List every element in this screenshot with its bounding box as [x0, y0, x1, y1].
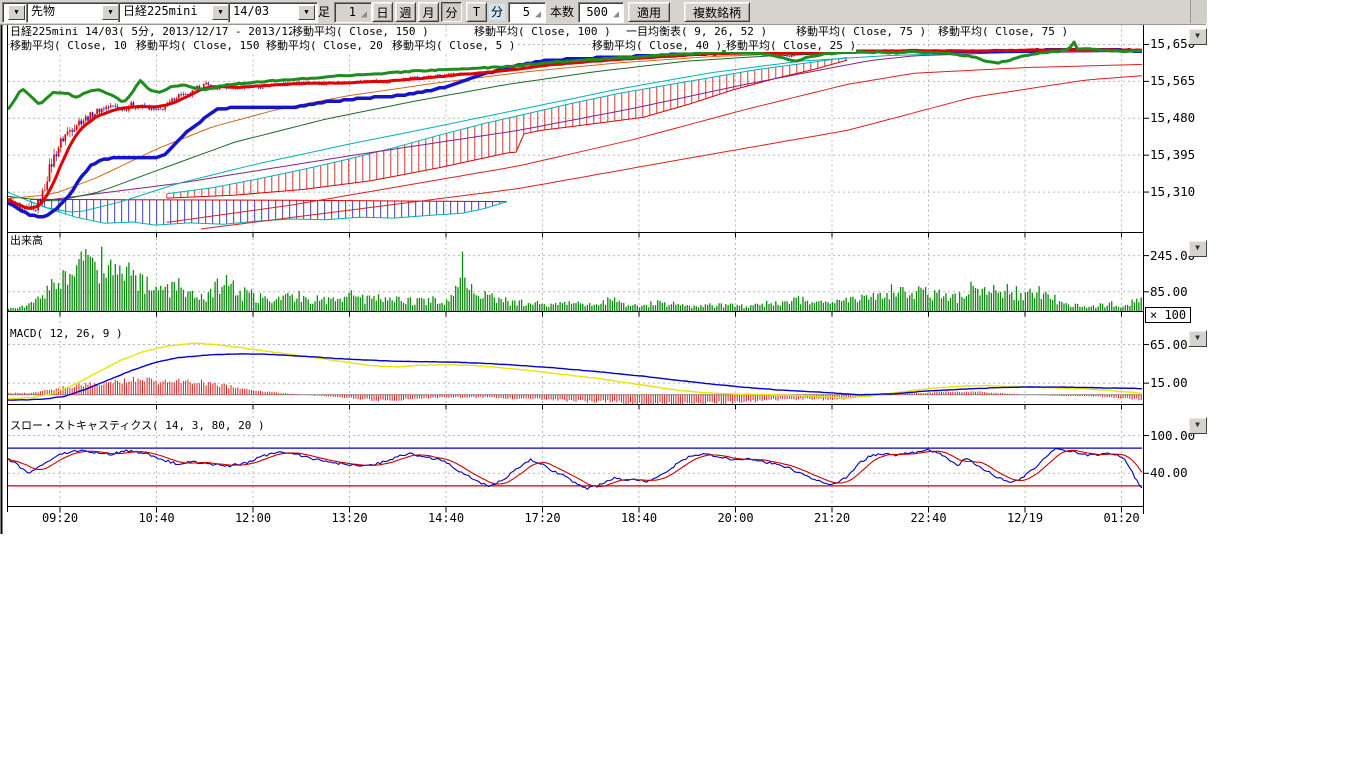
- x-axis-label: 20:00: [710, 511, 762, 525]
- legend-item: 移動平均( Close, 25 ): [726, 39, 856, 52]
- tick-button[interactable]: T: [466, 2, 487, 22]
- x-axis-label: 22:40: [903, 511, 955, 525]
- y-axis-label: 15,395: [1150, 147, 1195, 162]
- chevron-down-icon: ▼: [298, 5, 315, 20]
- bar-period-input[interactable]: [336, 4, 358, 19]
- symbol-select[interactable]: 日経225mini ▼: [118, 2, 232, 23]
- legend-item: 移動平均( Close, 100 ): [474, 25, 611, 38]
- contract-select[interactable]: 14/03 ▼: [228, 2, 318, 23]
- y-axis-label: 65.00: [1150, 337, 1188, 352]
- legend-item: 移動平均( Close, 40 ): [592, 39, 722, 52]
- y-axis-label: 15,565: [1150, 73, 1195, 88]
- day-button[interactable]: 日: [372, 2, 393, 22]
- legend-item: 移動平均( Close, 5 ): [392, 39, 515, 52]
- x-axis-label: 01:20: [1096, 511, 1148, 525]
- legend-item: 一目均衡表( 9, 26, 52 ): [626, 25, 767, 38]
- contract-value: 14/03: [233, 4, 269, 18]
- x-axis-label: 09:20: [34, 511, 86, 525]
- chart-title: 日経225mini 14/03( 5分, 2013/12/17 - 2013/1…: [10, 25, 328, 38]
- y-axis-label: 85.00: [1150, 284, 1188, 299]
- month-button[interactable]: 月: [418, 2, 439, 22]
- chevron-down-icon: ▼: [102, 5, 119, 20]
- legend-item: 移動平均( Close, 150 ): [136, 39, 273, 52]
- legend-item: 移動平均( Close, 20 ): [266, 39, 396, 52]
- price-scale-menu-button[interactable]: ▼: [1188, 28, 1207, 45]
- chevron-down-icon: ▼: [8, 5, 25, 20]
- bar-type-label: 足: [318, 4, 330, 20]
- x-axis-label: 21:20: [806, 511, 858, 525]
- spinner-icon[interactable]: ◢: [610, 8, 622, 21]
- x-axis-label: 12:00: [227, 511, 279, 525]
- legend-item: 移動平均( Close, 75 ): [796, 25, 926, 38]
- window-select[interactable]: ▼: [2, 2, 28, 23]
- volume-scale-menu-button[interactable]: ▼: [1188, 240, 1207, 257]
- bar-count-spinner[interactable]: ◢: [578, 2, 624, 23]
- x-axis-label: 14:40: [420, 511, 472, 525]
- bar-count-label: 本数: [550, 4, 574, 20]
- minute-value-input[interactable]: [510, 4, 532, 19]
- macd-scale-menu-button[interactable]: ▼: [1188, 330, 1207, 347]
- chevron-down-icon: ▼: [212, 5, 229, 20]
- minute-value-spinner[interactable]: ◢: [508, 2, 546, 23]
- chart-area[interactable]: 日経225mini 14/03( 5分, 2013/12/17 - 2013/1…: [0, 0, 1366, 768]
- y-axis-label: 15,310: [1150, 184, 1195, 199]
- y-axis-label: 15.00: [1150, 375, 1188, 390]
- legend-item: 移動平均( Close, 10 ): [10, 39, 140, 52]
- x-axis-label: 13:20: [324, 511, 376, 525]
- y-axis-label: 15,480: [1150, 110, 1195, 125]
- volume-pane-label: 出来高: [10, 234, 43, 247]
- x-axis-label: 10:40: [131, 511, 183, 525]
- legend-item: 移動平均( Close, 150 ): [292, 25, 429, 38]
- minute-button[interactable]: 分: [441, 2, 462, 22]
- y-axis-label: 40.00: [1150, 465, 1188, 480]
- toolbar: ▼ 先物▼ 日経225mini▼ 14/03▼ 足 ◢ 日 週 月 分 T 分 …: [0, 0, 1206, 25]
- multi-symbol-button[interactable]: 複数銘柄: [684, 2, 750, 22]
- stoch-scale-menu-button[interactable]: ▼: [1188, 417, 1207, 434]
- category-value: 先物: [31, 4, 55, 18]
- legend-item: 移動平均( Close, 75 ): [938, 25, 1068, 38]
- x-axis-label: 17:20: [517, 511, 569, 525]
- bar-count-input[interactable]: [580, 4, 610, 19]
- apply-button[interactable]: 適用: [628, 2, 670, 22]
- macd-pane-label: MACD( 12, 26, 9 ): [10, 327, 123, 340]
- toolbar-right-strip: [1190, 0, 1207, 23]
- spinner-icon[interactable]: ◢: [532, 8, 544, 21]
- scale-multiplier-badge: × 100: [1145, 307, 1191, 323]
- spinner-icon[interactable]: ◢: [358, 8, 370, 21]
- category-select[interactable]: 先物 ▼: [26, 2, 122, 23]
- symbol-value: 日経225mini: [123, 4, 198, 18]
- stoch-pane-label: スロー・ストキャスティクス( 14, 3, 80, 20 ): [10, 419, 265, 432]
- bar-period-spinner[interactable]: ◢: [334, 2, 372, 23]
- x-axis-label: 18:40: [613, 511, 665, 525]
- minute-unit-label: 分: [489, 4, 505, 20]
- week-button[interactable]: 週: [395, 2, 416, 22]
- x-axis-label: 12/19: [999, 511, 1051, 525]
